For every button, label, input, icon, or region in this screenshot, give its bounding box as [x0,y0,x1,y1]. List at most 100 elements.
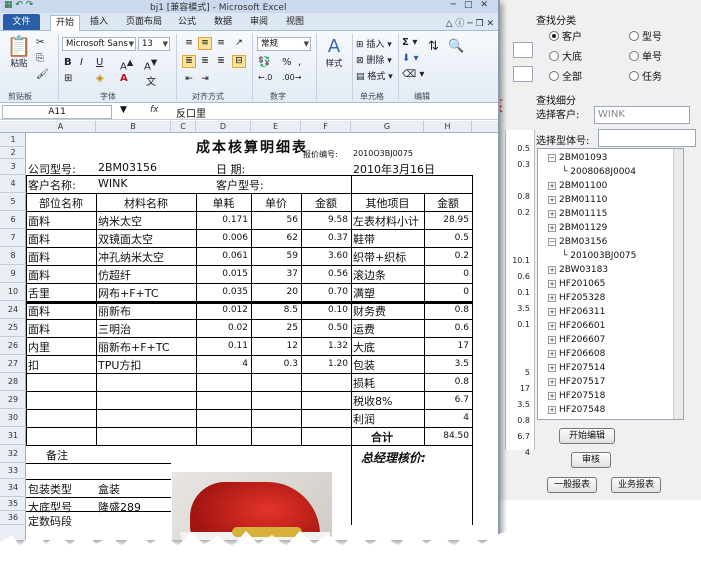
row-header-27[interactable]: 27 [0,355,26,373]
radio-0[interactable]: 客户 [549,28,582,43]
tree-item[interactable]: + HF206311 [548,307,605,317]
radio-circle-icon[interactable] [549,50,559,61]
name-box[interactable]: A11 [2,105,112,119]
tree-item[interactable]: + HF205328 [548,293,605,303]
model-input[interactable] [598,129,696,147]
row-header-7[interactable]: 7 [0,229,26,247]
tree-item[interactable]: −2BM03156 [548,237,607,247]
row-header-26[interactable]: 26 [0,337,26,355]
tree-item[interactable]: +2BM01115 [548,209,607,219]
column-header-D[interactable]: D [196,121,251,133]
delete-cells-button[interactable]: ⊠ 删除 ▾ [356,53,392,66]
radio-circle-icon[interactable] [629,70,639,81]
expand-icon[interactable]: + [548,182,556,190]
find-select-icon[interactable]: 🔍 [448,39,464,54]
number-format-combo[interactable]: 常规 ▼ [257,37,311,51]
collapse-icon[interactable]: − [548,238,556,246]
column-header-E[interactable]: E [251,121,301,133]
tree-item[interactable]: +2BW03183 [548,265,608,275]
radio-circle-icon[interactable] [549,70,559,81]
tree-item[interactable]: + HF207518 [548,391,605,401]
merge-center-icon[interactable]: ⊟ [232,55,246,68]
radio-circle-icon[interactable] [629,50,639,61]
row-header-25[interactable]: 25 [0,319,26,337]
row-header-4[interactable]: 4 [0,175,26,193]
cut-icon[interactable]: ✂ [36,37,44,48]
model-tree[interactable]: −2BM01093 └ 2008068J0004 +2BM01100 +2BM0111… [537,148,684,420]
row-header-30[interactable]: 30 [0,409,26,427]
align-center-icon[interactable]: ≣ [198,55,212,68]
tree-item[interactable]: + HF206607 [548,335,605,345]
percent-icon[interactable]: % [282,57,292,68]
row-header-34[interactable]: 34 [0,479,26,497]
help-icon[interactable]: △ ⓘ ─ ❐ ✕ [446,16,494,29]
styles-button[interactable]: A 样式 [320,37,348,70]
tree-item[interactable]: +2BM01129 [548,223,607,233]
tree-item[interactable]: └ 201003BJ0075 [562,251,636,261]
row-header-1[interactable]: 1 [0,133,26,147]
border-icon[interactable]: ⊞ [64,73,72,84]
expand-icon[interactable]: + [548,224,556,232]
side-field-1[interactable] [513,42,533,58]
sort-filter-icon[interactable]: ⇅ [428,39,439,54]
currency-icon[interactable]: 💱 [258,57,270,68]
font-name-combo[interactable]: Microsoft Sans ▼ [62,37,136,51]
column-header-B[interactable]: B [96,121,171,133]
business-report-button[interactable]: 业务报表 [611,477,661,493]
radio-circle-icon[interactable] [549,30,559,41]
row-header-24[interactable]: 24 [0,301,26,319]
tab-formulas[interactable]: 公式 [174,15,200,31]
format-cells-button[interactable]: ▤ 格式 ▾ [356,69,393,82]
font-size-combo[interactable]: 13 ▼ [138,37,170,51]
radio-5[interactable]: 任务 [629,68,662,83]
clear-icon[interactable]: ⌫ ▾ [402,69,424,80]
tree-item[interactable]: +2BM01110 [548,195,607,205]
align-bottom-icon[interactable]: ≡ [214,37,228,50]
comma-icon[interactable]: , [298,57,301,68]
decrease-indent-icon[interactable]: ⇤ [182,73,196,86]
radio-3[interactable]: 单号 [629,48,662,63]
radio-4[interactable]: 全部 [549,68,582,83]
expand-icon[interactable]: + [548,336,556,344]
tree-item[interactable]: └ 2008068J0004 [562,167,636,177]
decrease-decimal-icon[interactable]: .00→ [282,73,301,82]
tree-scrollbar[interactable] [673,149,683,419]
phonetic-icon[interactable]: 文 [146,73,156,88]
fill-icon[interactable]: ⬇ ▾ [402,53,419,64]
tab-page-layout[interactable]: 页面布局 [120,15,168,31]
align-right-icon[interactable]: ≣ [214,55,228,68]
format-painter-icon[interactable]: 🖌 [36,69,49,80]
row-header-5[interactable]: 5 [0,193,26,211]
expand-icon[interactable]: + [548,308,556,316]
tree-item[interactable]: + HF206601 [548,321,605,331]
tree-item[interactable]: + HF207514 [548,363,605,373]
row-header-28[interactable]: 28 [0,373,26,391]
expand-icon[interactable]: + [548,378,556,386]
tree-item[interactable]: + HF207548 [548,405,605,415]
underline-icon[interactable]: U [96,57,103,68]
row-header-2[interactable]: 2 [0,147,26,159]
row-header-32[interactable]: 32 [0,445,26,463]
align-left-icon[interactable]: ≣ [182,55,196,68]
row-header-8[interactable]: 8 [0,247,26,265]
column-header-G[interactable]: G [351,121,424,133]
expand-icon[interactable]: + [548,406,556,414]
expand-icon[interactable]: + [548,266,556,274]
bold-icon[interactable]: B [64,57,72,68]
tree-item[interactable]: −2BM01093 [548,153,607,163]
tree-item[interactable]: +2BM01100 [548,181,607,191]
font-color-icon[interactable]: A [120,73,128,84]
expand-icon[interactable]: + [548,322,556,330]
orientation-icon[interactable]: ↗ [232,37,246,50]
expand-icon[interactable]: + [548,392,556,400]
row-header-29[interactable]: 29 [0,391,26,409]
italic-icon[interactable]: I [80,57,83,68]
row-header-31[interactable]: 31 [0,427,26,445]
row-header-10[interactable]: 10 [0,283,26,301]
row-header-6[interactable]: 6 [0,211,26,229]
tree-item[interactable]: + HF201065 [548,279,605,289]
row-header-9[interactable]: 9 [0,265,26,283]
row-header-3[interactable]: 3 [0,159,26,175]
tab-file[interactable]: 文件 [3,14,40,30]
customer-select[interactable]: WINK [594,106,690,124]
